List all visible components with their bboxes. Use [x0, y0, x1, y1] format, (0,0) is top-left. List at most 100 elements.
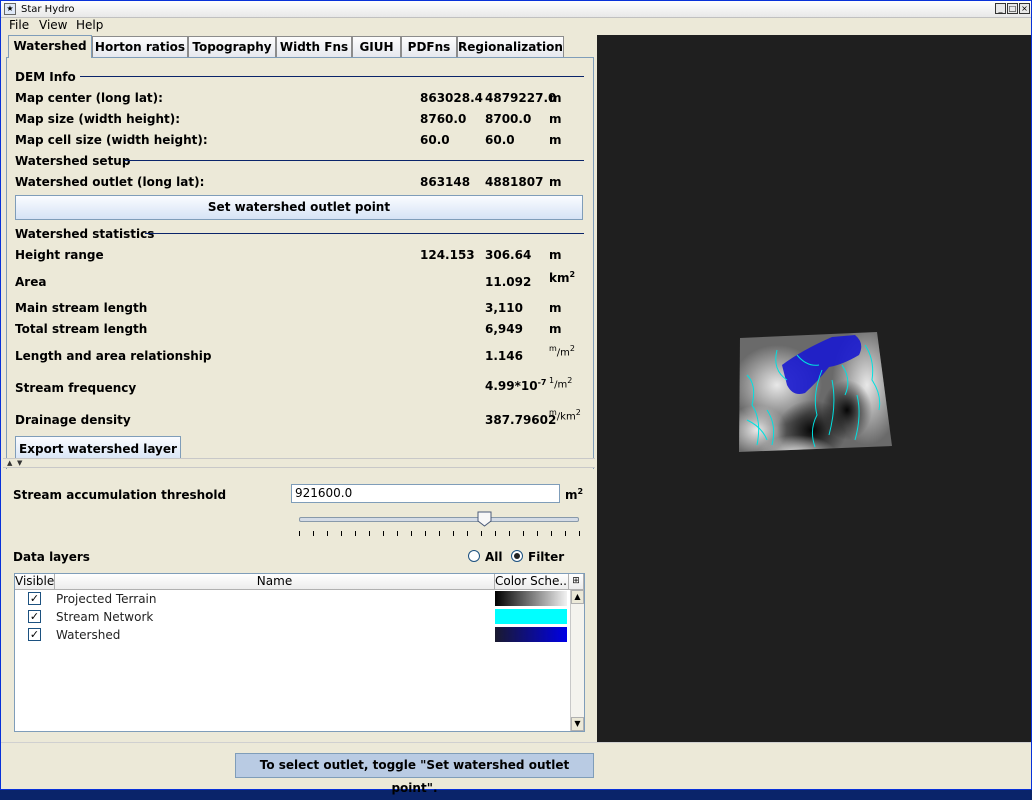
layers-pane: Stream accumulation threshold 921600.0 m…	[3, 469, 595, 741]
scroll-up-icon[interactable]: ▲	[571, 590, 584, 604]
drainage-density-value: 387.79602	[485, 413, 557, 427]
map-cell-unit: m	[549, 133, 562, 147]
threshold-slider-thumb[interactable]	[477, 511, 492, 527]
slider-tick	[495, 531, 496, 536]
app-icon: ★	[4, 3, 16, 15]
column-name[interactable]: Name	[55, 574, 495, 590]
slider-tick	[327, 531, 328, 536]
slider-tick	[579, 531, 580, 536]
split-divider[interactable]: ▲ ▼	[3, 458, 595, 468]
radio-all[interactable]	[468, 550, 480, 562]
slider-tick	[481, 531, 482, 536]
separator	[124, 160, 584, 161]
slider-tick	[299, 531, 300, 536]
threshold-slider-track[interactable]	[299, 517, 579, 522]
layer-name[interactable]: Watershed	[56, 628, 120, 642]
slider-tick	[313, 531, 314, 536]
radio-filter-label: Filter	[528, 550, 565, 564]
scroll-down-icon[interactable]: ▼	[571, 717, 584, 731]
area-value: 11.092	[485, 275, 532, 289]
layer-name[interactable]: Stream Network	[56, 610, 153, 624]
title-bar: ★ Star Hydro _ □ ×	[1, 1, 1031, 18]
data-layers-label: Data layers	[13, 550, 90, 564]
menu-file[interactable]: File	[9, 18, 29, 33]
radio-all-label: All	[485, 550, 503, 564]
tab-width-fns[interactable]: Width Fns	[276, 36, 352, 57]
dem-info-heading: DEM Info	[15, 70, 76, 84]
tab-watershed[interactable]: Watershed	[8, 35, 92, 58]
tab-horton-ratios[interactable]: Horton ratios	[92, 36, 188, 57]
close-button[interactable]: ×	[1019, 3, 1030, 14]
area-unit: km2	[549, 270, 576, 285]
separator	[145, 233, 584, 234]
threshold-unit: m2	[565, 487, 584, 502]
stream-frequency-label: Stream frequency	[15, 381, 137, 395]
length-area-label: Length and area relationship	[15, 349, 212, 363]
map-center-long: 863028.4	[420, 91, 484, 105]
map-center-label: Map center (long lat):	[15, 91, 163, 105]
stream-frequency-unit: 1/m2	[549, 376, 573, 391]
slider-tick	[453, 531, 454, 536]
menu-view[interactable]: View	[39, 18, 67, 33]
collapse-down-icon[interactable]: ▼	[17, 459, 22, 467]
outlet-label: Watershed outlet (long lat):	[15, 175, 205, 189]
map-cell-height: 60.0	[485, 133, 515, 147]
watershed-setup-heading: Watershed setup	[15, 154, 131, 168]
separator	[80, 76, 584, 77]
tab-pdfns[interactable]: PDFns	[401, 36, 457, 57]
color-scheme-swatch[interactable]	[495, 609, 567, 624]
map-cell-size-label: Map cell size (width height):	[15, 133, 208, 147]
minimize-button[interactable]: _	[995, 3, 1006, 14]
slider-tick	[397, 531, 398, 536]
visible-checkbox[interactable]: ✓	[28, 610, 41, 623]
set-outlet-button[interactable]: Set watershed outlet point	[15, 195, 583, 220]
color-scheme-swatch[interactable]	[495, 591, 567, 606]
maximize-button[interactable]: □	[1007, 3, 1018, 14]
tab-topography[interactable]: Topography	[188, 36, 276, 57]
visible-checkbox[interactable]: ✓	[28, 592, 41, 605]
slider-tick	[341, 531, 342, 536]
menu-bar: File View Help	[1, 18, 1031, 34]
height-range-min: 124.153	[420, 248, 475, 262]
app-window: ★ Star Hydro _ □ × File View Help Waters…	[0, 0, 1032, 795]
menu-help[interactable]: Help	[76, 18, 103, 33]
tab-regionalization[interactable]: Regionalization	[457, 36, 564, 57]
total-stream-length-value: 6,949	[485, 322, 523, 336]
terrain-render	[739, 332, 892, 452]
height-range-label: Height range	[15, 248, 104, 262]
table-scrollbar[interactable]: ▲ ▼	[570, 590, 584, 731]
slider-tick	[467, 531, 468, 536]
slider-tick	[537, 531, 538, 536]
slider-tick	[523, 531, 524, 536]
map-center-lat: 4879227.0	[485, 91, 557, 105]
layer-name[interactable]: Projected Terrain	[56, 592, 157, 606]
column-color-scheme[interactable]: Color Sche...	[495, 574, 569, 590]
total-stream-length-unit: m	[549, 322, 562, 336]
map-cell-width: 60.0	[420, 133, 450, 147]
watershed-panel: DEM Info Map center (long lat): 863028.4…	[6, 57, 594, 489]
column-control-icon[interactable]: ⊞	[569, 574, 584, 590]
slider-tick	[439, 531, 440, 536]
watershed-statistics-heading: Watershed statistics	[15, 227, 155, 241]
length-area-value: 1.146	[485, 349, 523, 363]
terrain-3d-viewer[interactable]	[597, 35, 1031, 742]
slider-tick	[411, 531, 412, 536]
map-size-label: Map size (width height):	[15, 112, 181, 126]
column-visible[interactable]: Visible	[15, 574, 55, 590]
slider-tick	[425, 531, 426, 536]
color-scheme-swatch[interactable]	[495, 627, 567, 642]
area-label: Area	[15, 275, 47, 289]
slider-tick	[383, 531, 384, 536]
collapse-up-icon[interactable]: ▲	[7, 459, 12, 467]
status-bar: To select outlet, toggle "Set watershed …	[1, 742, 1031, 795]
total-stream-length-label: Total stream length	[15, 322, 148, 336]
threshold-label: Stream accumulation threshold	[13, 488, 227, 502]
slider-tick	[551, 531, 552, 536]
threshold-input[interactable]: 921600.0	[291, 484, 560, 503]
drainage-density-unit: m/km2	[549, 408, 581, 423]
tab-giuh[interactable]: GIUH	[352, 36, 401, 57]
radio-filter[interactable]	[511, 550, 523, 562]
main-stream-length-label: Main stream length	[15, 301, 148, 315]
main-stream-length-value: 3,110	[485, 301, 523, 315]
visible-checkbox[interactable]: ✓	[28, 628, 41, 641]
